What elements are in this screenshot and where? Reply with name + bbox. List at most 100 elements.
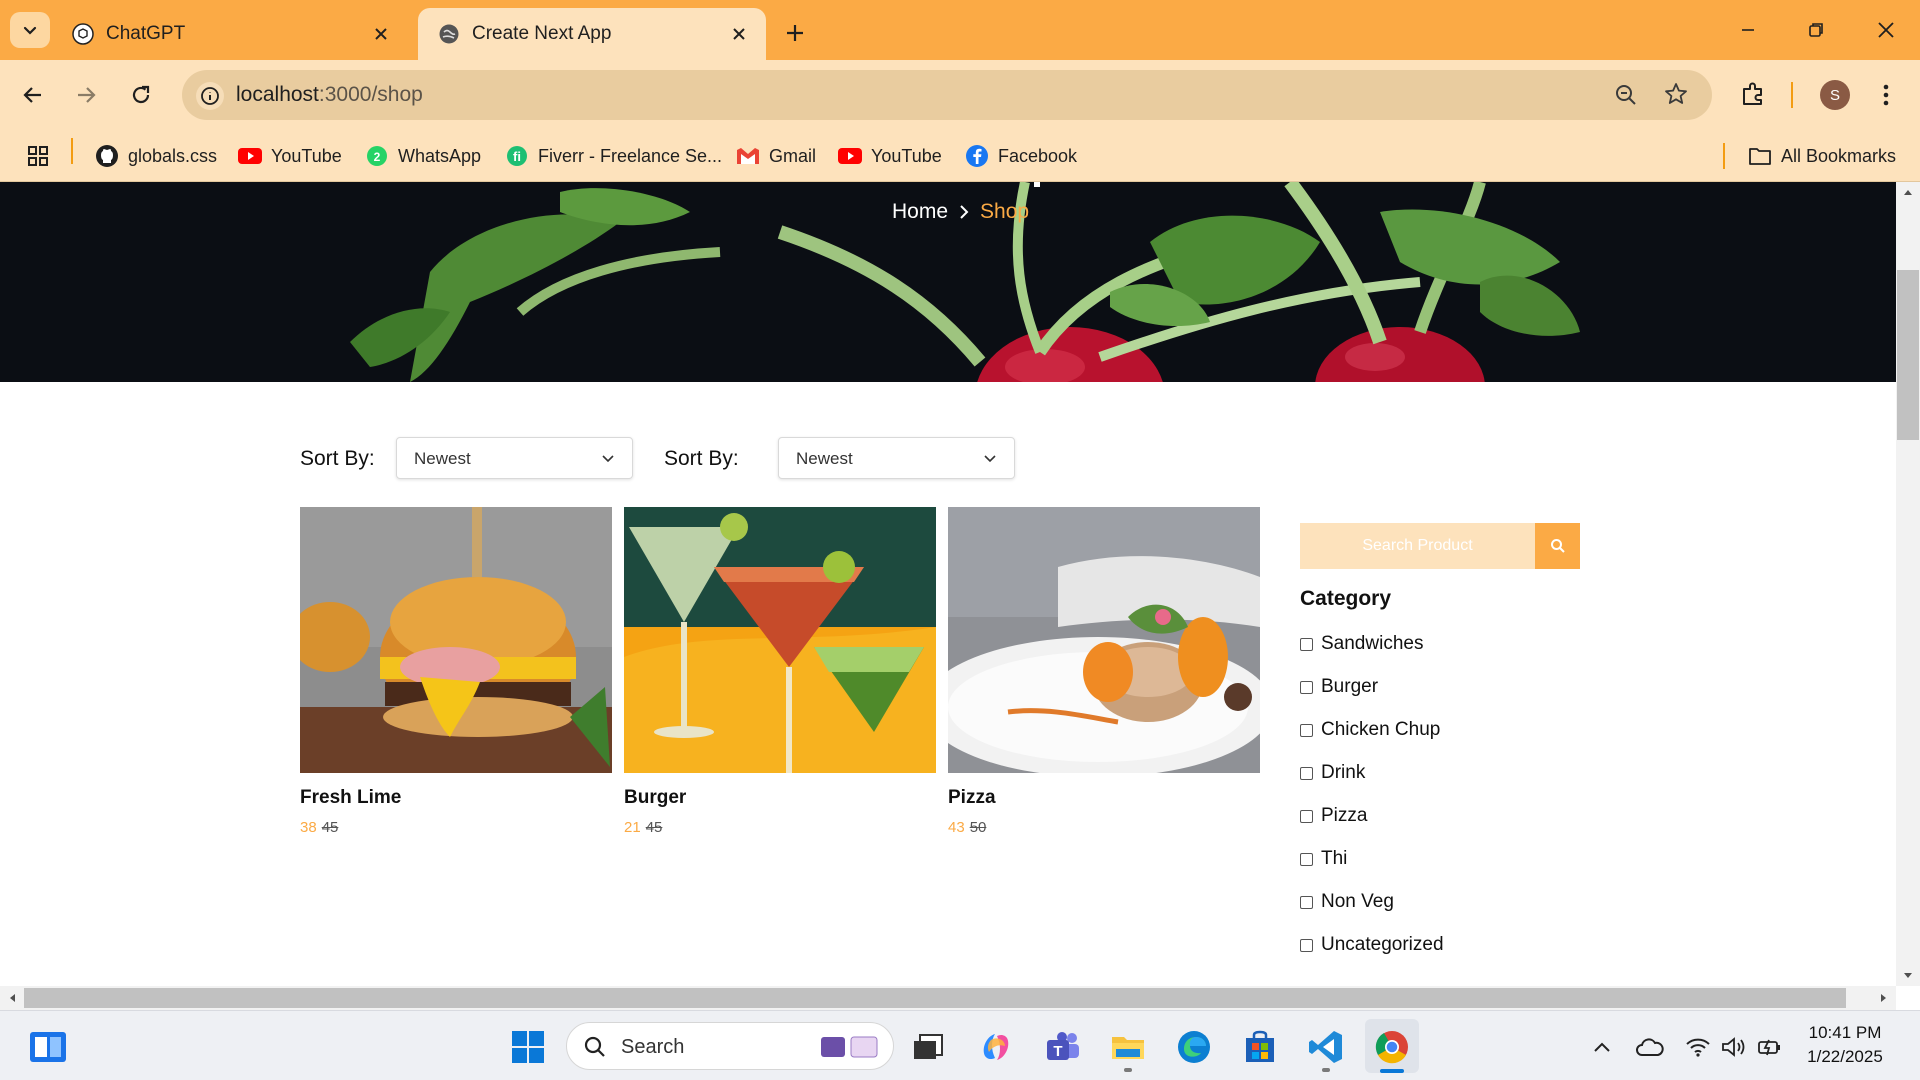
product-card[interactable]: Fresh Lime 38 45 — [300, 507, 612, 836]
checkbox[interactable] — [1300, 637, 1313, 651]
apps-button[interactable] — [26, 130, 59, 182]
search-highlight-icon — [821, 1036, 878, 1058]
bookmark-gmail[interactable]: Gmail — [736, 130, 816, 182]
category-item-burger[interactable]: Burger — [1300, 676, 1378, 698]
tab-chatgpt[interactable]: ChatGPT — [52, 8, 408, 60]
bookmark-whatsapp[interactable]: 2 WhatsApp — [365, 130, 481, 182]
onedrive-icon[interactable] — [1636, 1033, 1664, 1061]
horizontal-scroll-thumb[interactable] — [24, 988, 1846, 1008]
all-bookmarks-button[interactable]: All Bookmarks — [1748, 130, 1896, 182]
checkbox[interactable] — [1300, 852, 1313, 866]
bookmark-youtube[interactable]: YouTube — [238, 130, 342, 182]
checkbox[interactable] — [1300, 723, 1313, 737]
vscode-icon[interactable] — [1306, 1027, 1346, 1067]
running-indicator — [1322, 1068, 1330, 1072]
edge-icon[interactable] — [1174, 1027, 1214, 1067]
plated-dish-photo[interactable] — [948, 507, 1260, 773]
checkbox[interactable] — [1300, 766, 1313, 780]
whatsapp-icon: 2 — [365, 144, 389, 168]
search-button[interactable] — [1535, 523, 1580, 569]
breadcrumb-home-link[interactable]: Home — [892, 200, 948, 224]
github-icon — [95, 144, 119, 168]
category-item-chicken-chup[interactable]: Chicken Chup — [1300, 719, 1440, 741]
category-item-sandwiches[interactable]: Sandwiches — [1300, 633, 1423, 655]
bookmarks-divider — [1723, 143, 1725, 169]
globe-icon — [438, 23, 460, 45]
product-card[interactable]: Burger 21 45 — [624, 507, 936, 836]
forward-button[interactable] — [68, 77, 104, 113]
sort-select-2[interactable]: Newest — [778, 437, 1015, 479]
volume-icon[interactable] — [1720, 1033, 1748, 1061]
tab-search-button[interactable] — [10, 12, 50, 48]
menu-icon[interactable] — [1874, 82, 1898, 108]
start-icon[interactable] — [508, 1027, 548, 1067]
category-item-pizza[interactable]: Pizza — [1300, 805, 1367, 827]
burger-photo[interactable] — [300, 507, 612, 773]
back-button[interactable] — [15, 77, 51, 113]
close-window-button[interactable] — [1866, 14, 1906, 46]
restore-button[interactable] — [1796, 14, 1836, 46]
sort-select[interactable]: Newest — [396, 437, 633, 479]
checkbox[interactable] — [1300, 809, 1313, 823]
wifi-icon[interactable] — [1684, 1033, 1712, 1061]
category-label: Burger — [1321, 676, 1379, 697]
category-item-drink[interactable]: Drink — [1300, 762, 1365, 784]
checkbox[interactable] — [1300, 680, 1313, 694]
url-host: localhost — [236, 83, 319, 106]
bookmark-fiverr[interactable]: fi Fiverr - Freelance Se... — [505, 130, 722, 182]
taskbar-search[interactable]: Search — [566, 1022, 894, 1070]
star-icon[interactable] — [1664, 82, 1688, 106]
vertical-scroll-thumb[interactable] — [1897, 270, 1919, 440]
task-view-icon[interactable] — [908, 1027, 948, 1067]
address-bar[interactable]: localhost:3000/shop — [182, 70, 1712, 120]
close-icon[interactable] — [724, 19, 754, 49]
widgets-icon[interactable] — [28, 1027, 68, 1067]
clock-time: 10:41 PM — [1808, 1023, 1882, 1042]
store-icon[interactable] — [1240, 1027, 1280, 1067]
extensions-icon[interactable] — [1740, 81, 1766, 107]
checkbox[interactable] — [1300, 938, 1313, 952]
bookmark-label: Gmail — [769, 145, 817, 166]
copilot-icon[interactable] — [976, 1027, 1016, 1067]
category-label: Sandwiches — [1321, 633, 1424, 654]
battery-icon[interactable] — [1756, 1033, 1784, 1061]
file-explorer-icon[interactable] — [1108, 1027, 1148, 1067]
tab-title: Create Next App — [472, 23, 612, 44]
category-item-uncategorized[interactable]: Uncategorized — [1300, 934, 1444, 956]
bookmarks-bar: globals.css YouTube 2 WhatsApp fi Fiverr… — [0, 130, 1920, 182]
sort-label: Sort By: — [664, 447, 739, 470]
bookmark-youtube-2[interactable]: YouTube — [838, 130, 942, 182]
chevron-up-icon[interactable] — [1588, 1033, 1616, 1061]
category-item-non-veg[interactable]: Non Veg — [1300, 891, 1394, 913]
active-indicator — [1380, 1069, 1404, 1073]
site-info-icon[interactable] — [196, 82, 224, 110]
reload-icon — [132, 85, 150, 104]
bookmark-label: YouTube — [871, 145, 942, 166]
bookmark-globals-css[interactable]: globals.css — [95, 130, 217, 182]
cocktails-photo[interactable] — [624, 507, 936, 773]
search-input[interactable] — [1300, 523, 1535, 569]
product-card[interactable]: Pizza 43 50 — [948, 507, 1260, 836]
new-tab-button[interactable] — [778, 16, 812, 50]
sort-select-value: Newest — [796, 449, 853, 468]
reload-button[interactable] — [123, 77, 159, 113]
checkbox[interactable] — [1300, 895, 1313, 909]
product-name[interactable]: Pizza — [948, 787, 1260, 809]
system-clock[interactable]: 10:41 PM 1/22/2025 — [1790, 1021, 1900, 1069]
browser-toolbar: localhost:3000/shop S — [0, 60, 1920, 130]
minimize-icon — [1742, 29, 1754, 31]
tab-create-next-app[interactable]: Create Next App — [418, 8, 766, 60]
profile-avatar[interactable]: S — [1820, 80, 1850, 110]
minimize-button[interactable] — [1728, 14, 1768, 46]
bookmark-facebook[interactable]: Facebook — [965, 130, 1077, 182]
product-name[interactable]: Fresh Lime — [300, 787, 612, 809]
category-item-thi[interactable]: Thi — [1300, 848, 1347, 870]
zoom-icon[interactable] — [1614, 83, 1638, 107]
teams-icon[interactable]: T — [1043, 1027, 1083, 1067]
chrome-icon[interactable] — [1372, 1027, 1412, 1067]
close-icon[interactable] — [366, 19, 396, 49]
product-name[interactable]: Burger — [624, 787, 936, 809]
all-bookmarks-label: All Bookmarks — [1781, 145, 1897, 166]
bookmark-label: Facebook — [998, 145, 1078, 166]
url-path: :3000/shop — [318, 83, 423, 106]
